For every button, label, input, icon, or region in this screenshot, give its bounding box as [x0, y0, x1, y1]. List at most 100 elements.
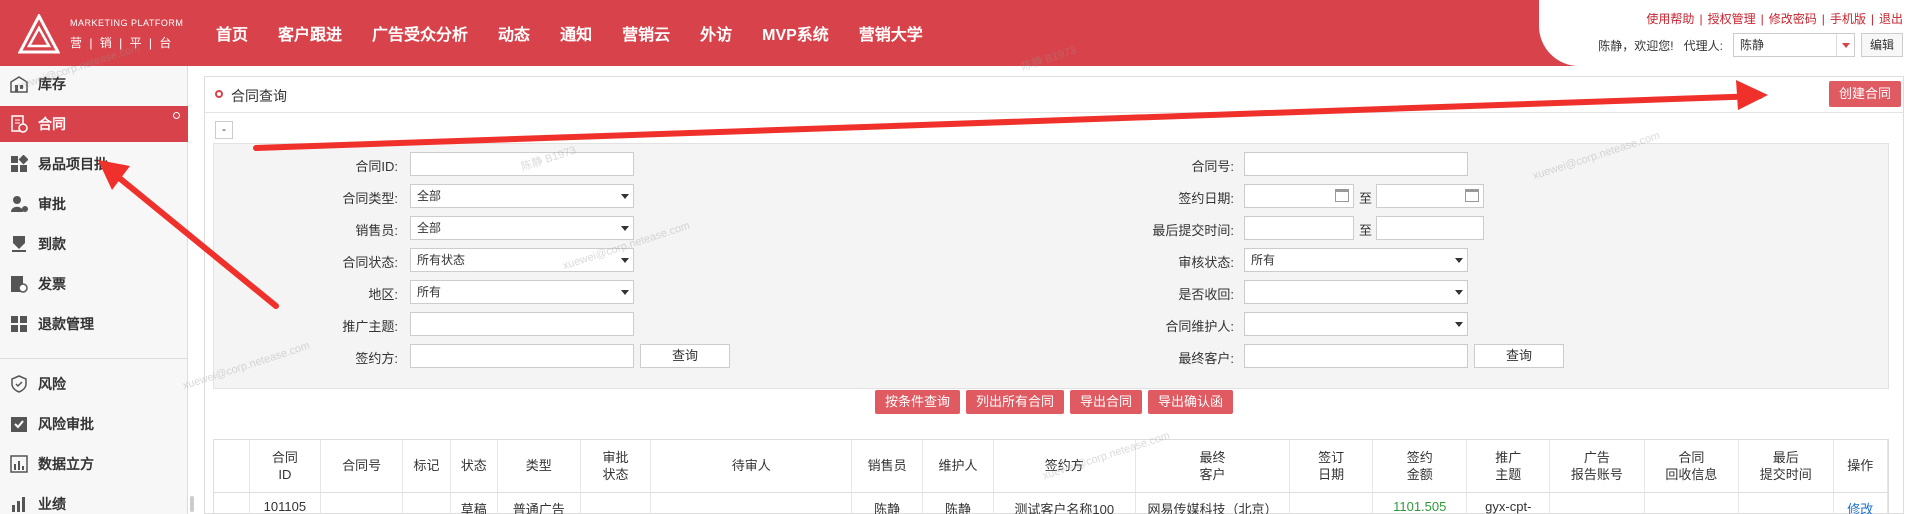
table-row[interactable]: 101105 草稿 普通广告 陈静 陈静 测试客户名称100 网易传媒科技（北京） 1101.…	[214, 492, 1888, 514]
column-header: 最后 提交时间	[1738, 440, 1834, 493]
last-submit-label: 最后提交时间:	[1152, 223, 1234, 238]
auth-link[interactable]: 授权管理	[1708, 12, 1756, 26]
table-cell: 网易传媒科技（北京）	[1135, 492, 1291, 514]
nav-customer-followup[interactable]: 客户跟进	[278, 21, 342, 45]
sign-date-start-input[interactable]	[1244, 184, 1354, 208]
contract-no-input[interactable]	[1244, 152, 1468, 176]
column-header: 广告 报告账号	[1549, 440, 1645, 493]
performance-icon	[12, 497, 25, 512]
table-cell: 1101.505	[1372, 492, 1468, 514]
agent-value: 陈静	[1739, 38, 1764, 52]
nav-marketing-cloud[interactable]: 营销云	[622, 21, 670, 45]
column-header: 签订 日期	[1289, 440, 1373, 493]
nav-notice[interactable]: 通知	[560, 21, 592, 45]
sidebar-item-label: 退款管理	[38, 316, 94, 332]
nav-visit[interactable]: 外访	[700, 21, 732, 45]
table-cell: gyx-cpt-	[1466, 492, 1551, 514]
sidebar-item-data-cube[interactable]: 数据立方	[0, 446, 188, 482]
query-by-condition-button[interactable]: 按条件查询	[874, 390, 960, 414]
top-header: MARKETING PLATFORM 营 | 销 | 平 | 台 首页 客户跟进…	[0, 0, 1917, 66]
column-header: 合同 回收信息	[1644, 440, 1740, 493]
nav-dynamics[interactable]: 动态	[498, 21, 530, 45]
column-header: 最终 客户	[1135, 440, 1291, 493]
contract-status-value: 所有状态	[417, 253, 466, 267]
invoice-icon	[11, 276, 28, 293]
welcome-text: 陈静，欢迎您!	[1598, 38, 1674, 53]
contract-type-select[interactable]: 全部	[410, 184, 634, 208]
help-link[interactable]: 使用帮助	[1646, 12, 1694, 26]
review-status-label: 审核状态:	[1178, 255, 1234, 270]
table-cell	[214, 492, 250, 514]
contract-status-select[interactable]: 所有状态	[410, 248, 634, 272]
table-cell: 普通广告	[497, 492, 581, 514]
promo-theme-input[interactable]	[410, 312, 634, 336]
contract-query-panel: 合同查询 创建合同 - 合同ID: 合同类型: 全部 销售员: 全部 合同状态:…	[204, 76, 1904, 514]
table-cell	[402, 492, 451, 514]
payment-icon	[12, 236, 26, 252]
edit-link[interactable]: 修改	[1833, 492, 1888, 514]
sidebar-item-approval[interactable]: 审批	[0, 186, 188, 222]
nav-home[interactable]: 首页	[216, 21, 248, 45]
table-cell	[1289, 492, 1373, 514]
calendar-icon	[1465, 189, 1479, 202]
table-cell	[650, 492, 853, 514]
salesperson-value: 全部	[417, 221, 442, 235]
region-value: 所有	[417, 285, 442, 299]
export-confirmation-button[interactable]: 导出确认函	[1148, 390, 1234, 414]
sidebar-item-risk-approval[interactable]: 风险审批	[0, 406, 188, 442]
region-select[interactable]: 所有	[410, 280, 634, 304]
column-header: 待审人	[650, 440, 853, 493]
sidebar-item-performance[interactable]: 业绩	[0, 486, 188, 514]
password-link[interactable]: 修改密码	[1769, 12, 1817, 26]
sidebar-item-risk[interactable]: 风险	[0, 366, 188, 402]
last-submit-start-input[interactable]	[1244, 216, 1354, 240]
column-header: 类型	[497, 440, 581, 493]
final-customer-input[interactable]	[1244, 344, 1468, 368]
sidebar-item-project[interactable]: 易品项目批	[0, 146, 188, 182]
edit-button[interactable]: 编辑	[1860, 33, 1903, 57]
sidebar-item-payment[interactable]: 到款	[0, 226, 188, 262]
promo-theme-label: 推广主题:	[342, 319, 398, 334]
nav-audience-analysis[interactable]: 广告受众分析	[372, 21, 468, 45]
sidebar-item-refund[interactable]: 退款管理	[0, 306, 188, 342]
collected-select[interactable]	[1244, 280, 1468, 304]
create-contract-button[interactable]: 创建合同	[1828, 81, 1901, 107]
table-cell	[1738, 492, 1834, 514]
sidebar-item-contract[interactable]: 合同	[0, 106, 188, 142]
sign-date-end-input[interactable]	[1376, 184, 1484, 208]
table-cell: 测试客户名称100	[993, 492, 1136, 514]
nav-mvp[interactable]: MVP系统	[762, 21, 829, 45]
logo-text-cn: 营 | 销 | 平 | 台	[70, 36, 174, 50]
sidebar-item-label: 审批	[38, 196, 66, 212]
logout-link[interactable]: 退出	[1879, 12, 1903, 26]
list-all-contracts-button[interactable]: 列出所有合同	[965, 390, 1064, 414]
final-customer-query-button[interactable]: 查询	[1474, 344, 1564, 368]
search-form: 合同ID: 合同类型: 全部 销售员: 全部 合同状态: 所有状态 地区: 所有…	[213, 143, 1889, 389]
signing-party-query-button[interactable]: 查询	[640, 344, 730, 368]
mobile-link[interactable]: 手机版	[1830, 12, 1866, 26]
salesperson-select[interactable]: 全部	[410, 216, 634, 240]
signing-party-label: 签约方:	[355, 351, 398, 366]
refund-icon	[11, 316, 27, 332]
main-nav: 首页 客户跟进 广告受众分析 动态 通知 营销云 外访 MVP系统 营销大学	[216, 0, 953, 66]
sidebar-item-inventory[interactable]: 库存	[0, 66, 188, 102]
column-header: 销售员	[851, 440, 924, 493]
sidebar-scrollbar[interactable]	[190, 496, 194, 512]
contract-id-input[interactable]	[410, 152, 634, 176]
column-header: 推广 主题	[1466, 440, 1551, 493]
contract-id-label: 合同ID:	[355, 159, 398, 174]
column-header: 签约 金额	[1372, 440, 1468, 493]
calendar-icon	[1335, 189, 1349, 202]
sidebar-item-invoice[interactable]: 发票	[0, 266, 188, 302]
column-header: 合同 ID	[249, 440, 321, 493]
export-contract-button[interactable]: 导出合同	[1070, 390, 1143, 414]
agent-select[interactable]: 陈静	[1732, 33, 1855, 57]
maintainer-select[interactable]	[1244, 312, 1468, 336]
nav-university[interactable]: 营销大学	[859, 21, 923, 45]
review-status-select[interactable]: 所有	[1244, 248, 1468, 272]
last-submit-end-input[interactable]	[1376, 216, 1484, 240]
signing-party-input[interactable]	[410, 344, 634, 368]
column-header: 操作	[1833, 440, 1888, 493]
final-customer-label: 最终客户:	[1178, 351, 1234, 366]
collapse-toggle-button[interactable]: -	[215, 121, 233, 139]
